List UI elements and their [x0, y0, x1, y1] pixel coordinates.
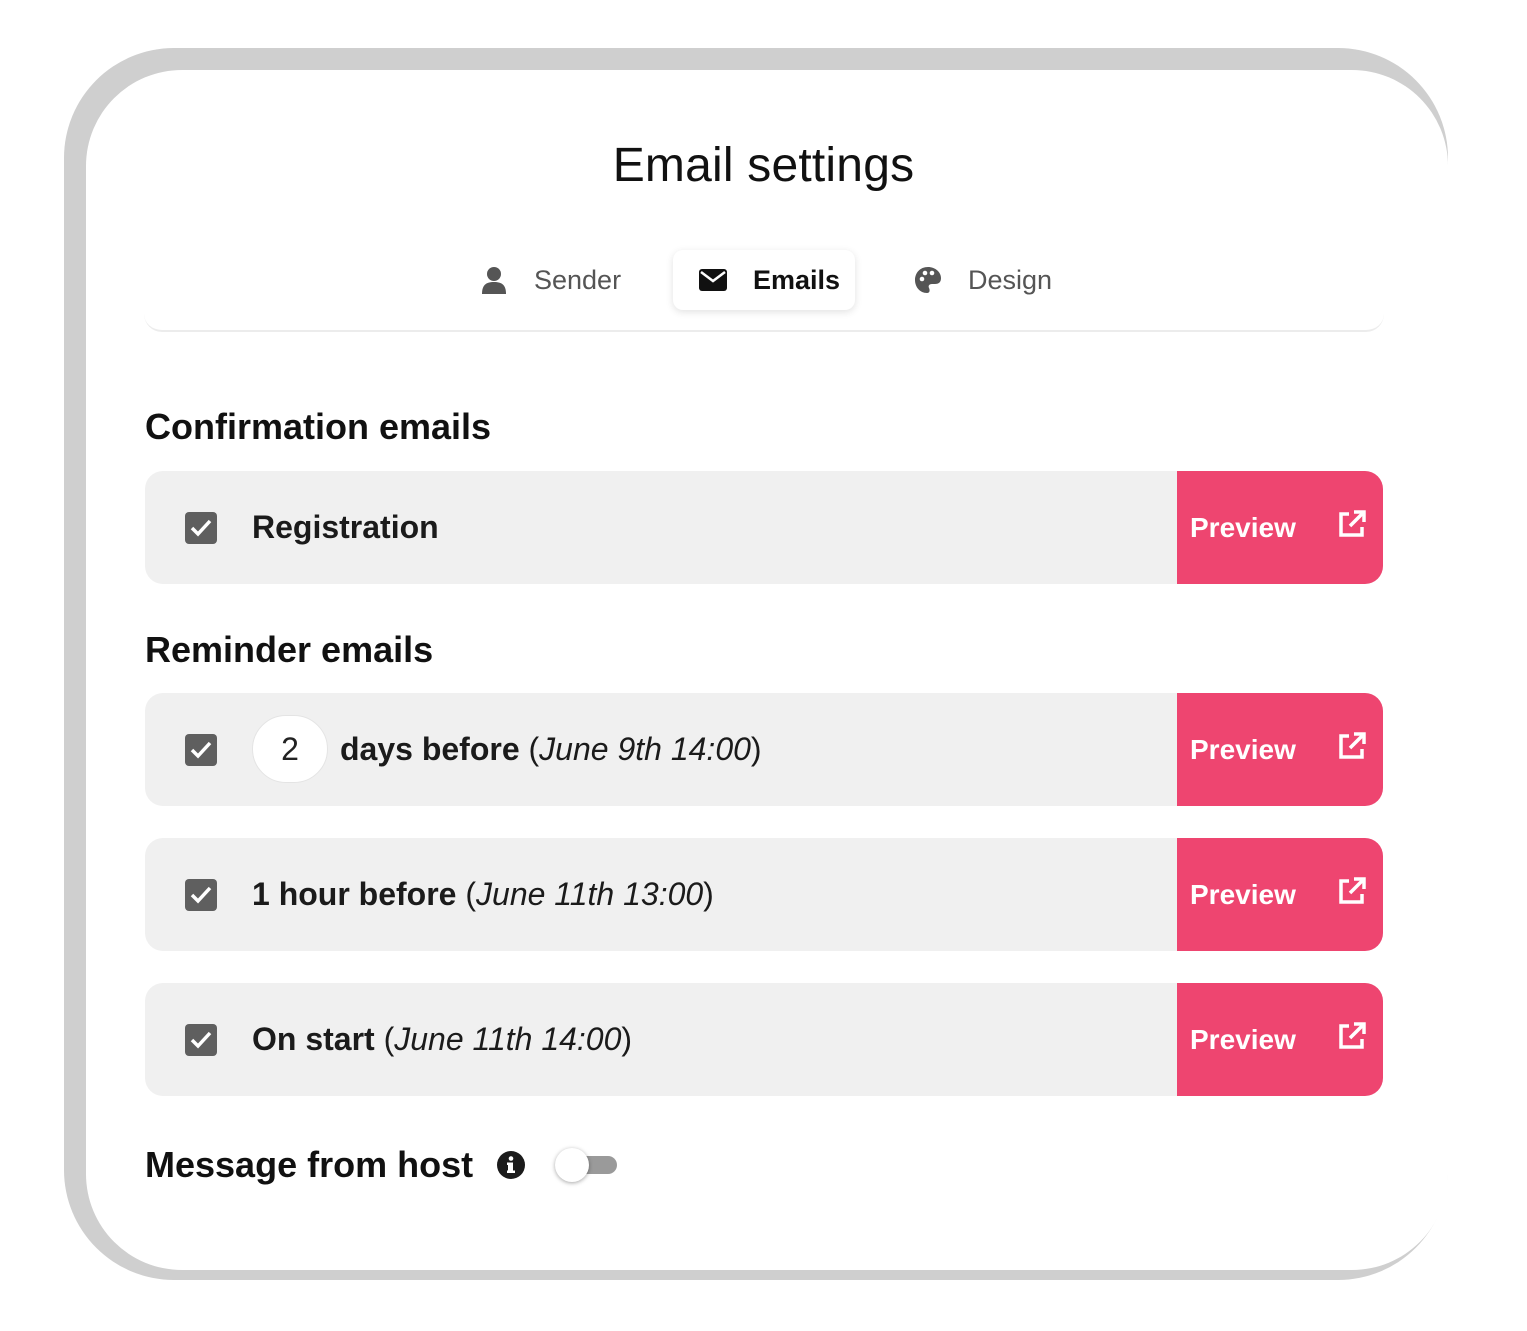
send-date: June 9th 14:00 [539, 731, 751, 767]
email-row-on-start: On start (June 11th 14:00) Preview [145, 983, 1383, 1096]
preview-button[interactable]: Preview [1177, 693, 1383, 806]
user-icon [480, 266, 508, 294]
email-row-hour-before: 1 hour before (June 11th 13:00) Preview [145, 838, 1383, 951]
confirmation-heading: Confirmation emails [145, 406, 492, 447]
external-link-icon [1339, 510, 1366, 537]
tab-label: Emails [753, 264, 841, 295]
tab-sender[interactable]: Sender [454, 250, 647, 310]
email-name: days before [340, 731, 520, 767]
tab-design[interactable]: Design [888, 250, 1078, 310]
host-message-label: Message from host [145, 1144, 474, 1185]
paren-open: ( [528, 731, 540, 767]
on-start-checkbox[interactable] [185, 1024, 217, 1056]
external-link-icon [1339, 1022, 1366, 1049]
preview-label: Preview [1190, 511, 1296, 543]
preview-button[interactable]: Preview [1177, 471, 1383, 584]
reminder-heading: Reminder emails [145, 629, 434, 670]
days-before-checkbox[interactable] [185, 734, 217, 766]
palette-icon [914, 266, 942, 294]
email-name: 1 hour before [252, 876, 457, 912]
row-label: days before (June 9th 14:00) [340, 693, 762, 806]
host-message-row: Message from host [145, 1140, 618, 1190]
toggle-knob [555, 1148, 590, 1182]
email-row-days-before: 2 days before (June 9th 14:00) Preview [145, 693, 1383, 806]
tab-label: Design [968, 264, 1053, 295]
send-date: June 11th 13:00 [476, 876, 704, 912]
paren-open: ( [383, 1021, 395, 1057]
page-title: Email settings [612, 139, 915, 192]
preview-label: Preview [1190, 878, 1296, 910]
preview-label: Preview [1190, 1023, 1296, 1055]
email-row-registration: Registration Preview [145, 471, 1383, 584]
external-link-icon [1339, 877, 1366, 904]
days-number-input[interactable]: 2 [252, 715, 328, 783]
tab-label: Sender [534, 264, 622, 295]
email-name: On start [252, 1021, 375, 1057]
preview-label: Preview [1190, 733, 1296, 765]
hour-before-checkbox[interactable] [185, 879, 217, 911]
tab-emails[interactable]: Emails [673, 250, 855, 310]
tab-bar: Sender Emails Design [144, 248, 1384, 332]
host-message-toggle[interactable] [555, 1148, 618, 1182]
send-date: June 11th 14:00 [394, 1021, 622, 1057]
envelope-icon [699, 266, 727, 294]
email-name: Registration [252, 509, 439, 545]
paren-close: ) [621, 1021, 633, 1057]
paren-close: ) [703, 876, 714, 912]
preview-button[interactable]: Preview [1177, 983, 1383, 1096]
paren-close: ) [750, 731, 762, 767]
external-link-icon [1339, 732, 1366, 759]
info-icon[interactable] [497, 1151, 526, 1179]
row-label: On start (June 11th 14:00) [252, 983, 632, 1096]
paren-open: ( [465, 876, 477, 912]
registration-checkbox[interactable] [185, 512, 217, 544]
row-label: 1 hour before (June 11th 13:00) [252, 838, 714, 951]
preview-button[interactable]: Preview [1177, 838, 1383, 951]
row-label: Registration [252, 471, 439, 584]
